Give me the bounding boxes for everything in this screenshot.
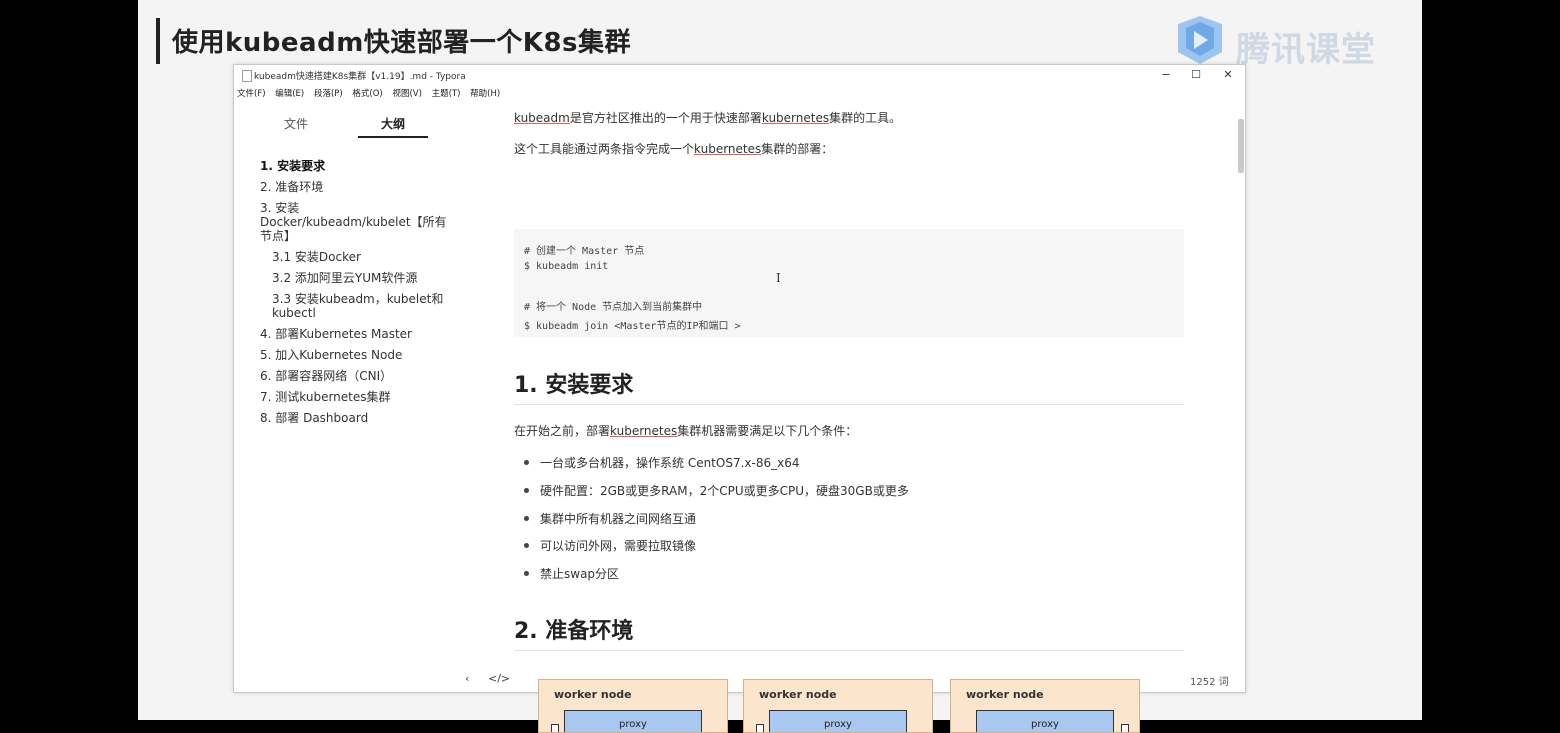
list-item-text: 一台或多台机器，操作系统 CentOS7.x-86_x64 [540,456,800,470]
minimize-button[interactable]: − [1156,67,1176,83]
outline-item[interactable]: 3.2 添加阿里云YUM软件源 [260,271,450,285]
title-accent-bar [156,18,160,64]
heading-prepare-environment: 2. 准备环境 [514,619,634,644]
port-marker [756,724,764,732]
menu-format[interactable]: 格式(O) [352,89,382,99]
list-item: 可以访问外网，需要拉取镜像 [524,537,696,554]
editor-content[interactable]: kubeadm是官方社区推出的一个用于快速部署kubernetes集群的工具。 … [514,103,1186,733]
text-span: 集群机器需要满足以下几个条件： [677,424,858,438]
heading-rule [514,404,1184,405]
outline-list: 1. 安装要求 2. 准备环境 3. 安装 Docker/kubeadm/kub… [260,159,450,432]
port-marker [551,724,559,732]
menu-bar: 文件(F) 编辑(E) 段落(P) 格式(O) 视图(V) 主题(T) 帮助(H… [237,87,507,101]
intro-paragraph-1: kubeadm是官方社区推出的一个用于快速部署kubernetes集群的工具。 [514,109,901,126]
outline-item[interactable]: 3. 安装 Docker/kubeadm/kubelet【所有节点】 [260,201,450,243]
close-button[interactable]: ✕ [1218,67,1238,83]
code-line: # 将一个 Node 节点加入到当前集群中 [524,302,703,313]
list-item-text: 集群中所有机器之间网络互通 [540,512,697,526]
active-tab-indicator [358,136,428,138]
list-item-text: 硬件配置：2GB或更多RAM，2个CPU或更多CPU，硬盘30GB或更多 [540,484,909,498]
menu-theme[interactable]: 主题(T) [432,89,461,99]
tab-files[interactable]: 文件 [284,115,308,132]
proxy-box: proxy [769,710,907,732]
list-item: 一台或多台机器，操作系统 CentOS7.x-86_x64 [524,454,799,471]
outline-item[interactable]: 5. 加入Kubernetes Node [260,348,450,362]
outline-item[interactable]: 3.1 安装Docker [260,250,450,264]
maximize-button[interactable]: ☐ [1186,67,1206,83]
term-kubernetes: kubernetes [761,111,830,125]
window-title: kubeadm快速搭建K8s集群【v1.19】.md - Typora [254,72,466,82]
code-line: # 创建一个 Master 节点 [524,246,645,257]
tencent-classroom-logo: 腾讯课堂 [1170,14,1390,70]
intro-paragraph-2: 这个工具能通过两条指令完成一个kubernetes集群的部署： [514,140,833,157]
menu-view[interactable]: 视图(V) [392,89,421,99]
word-count[interactable]: 1252 词 [1190,673,1229,688]
code-block[interactable]: # 创建一个 Master 节点 $ kubeadm init # 将一个 No… [514,229,1184,337]
requirements-intro: 在开始之前，部署kubernetes集群机器需要满足以下几个条件： [514,422,857,439]
text-cursor-icon: I [776,271,781,285]
proxy-label: proxy [1031,719,1059,730]
play-logo-icon [1178,16,1222,64]
outline-item[interactable]: 8. 部署 Dashboard [260,411,450,425]
slide-title: 使用kubeadm快速部署一个K8s集群 [172,28,632,58]
list-item-text: 禁止swap分区 [540,567,620,581]
list-item: 硬件配置：2GB或更多RAM，2个CPU或更多CPU，硬盘30GB或更多 [524,482,909,499]
proxy-box: proxy [564,710,702,732]
menu-help[interactable]: 帮助(H) [470,89,500,99]
status-bar: ‹ </> 1252 词 [234,668,1245,690]
port-marker [1121,724,1129,732]
list-item: 禁止swap分区 [524,565,619,582]
brand-text: 腾讯课堂 [1236,30,1376,70]
outline-item[interactable]: 4. 部署Kubernetes Master [260,327,450,341]
heading-install-requirements: 1. 安装要求 [514,373,634,398]
list-item: 集群中所有机器之间网络互通 [524,510,696,527]
vertical-scrollbar[interactable] [1238,119,1244,173]
menu-paragraph[interactable]: 段落(P) [314,89,343,99]
code-line: $ kubeadm join <Master节点的IP和端口 > [524,321,741,332]
source-mode-button[interactable]: </> [488,672,510,685]
proxy-label: proxy [824,719,852,730]
term-kubeadm: kubeadm [514,111,570,125]
text-span: 集群的部署： [761,142,834,156]
term-kubernetes: kubernetes [694,142,762,156]
menu-edit[interactable]: 编辑(E) [275,89,304,99]
heading-rule [514,650,1184,651]
outline-item[interactable]: 1. 安装要求 [260,159,450,173]
outline-item[interactable]: 2. 准备环境 [260,180,450,194]
text-span: 是官方社区推出的一个用于快速部署 [569,111,762,125]
outline-item[interactable]: 6. 部署容器网络（CNI） [260,369,450,383]
toggle-sidebar-button[interactable]: ‹ [465,672,469,685]
list-item-text: 可以访问外网，需要拉取镜像 [540,539,697,553]
sidebar: 文件 大纲 1. 安装要求 2. 准备环境 3. 安装 Docker/kubea… [234,103,470,663]
term-kubernetes: kubernetes [610,424,678,438]
title-bar[interactable]: kubeadm快速搭建K8s集群【v1.19】.md - Typora − ☐ … [234,65,1245,85]
menu-file[interactable]: 文件(F) [237,89,266,99]
code-line: $ kubeadm init [524,261,609,272]
outline-item[interactable]: 3.3 安装kubeadm，kubelet和kubectl [260,292,450,320]
typora-app-icon [242,70,252,82]
tab-outline[interactable]: 大纲 [381,115,405,132]
typora-window: kubeadm快速搭建K8s集群【v1.19】.md - Typora − ☐ … [233,64,1246,733]
proxy-label: proxy [619,719,647,730]
text-span: 集群的工具。 [829,111,902,125]
text-span: 在开始之前，部署 [514,424,611,438]
proxy-box: proxy [976,710,1114,732]
text-span: 这个工具能通过两条指令完成一个 [514,142,695,156]
outline-item[interactable]: 7. 测试kubernetes集群 [260,390,450,404]
